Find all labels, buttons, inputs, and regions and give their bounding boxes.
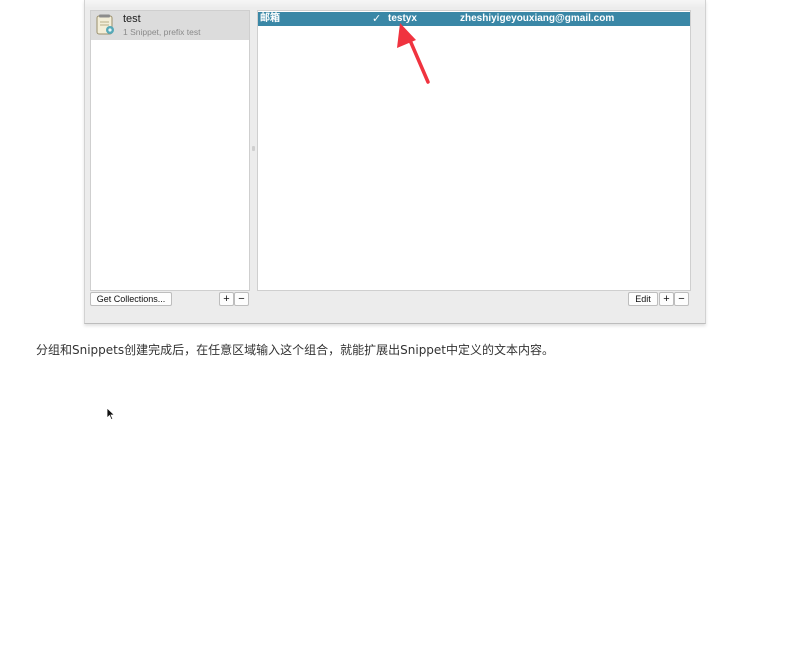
remove-collection-button[interactable]: −	[234, 292, 249, 306]
edit-snippet-button[interactable]: Edit	[628, 292, 658, 306]
add-collection-button[interactable]: +	[219, 292, 234, 306]
splitter-grip	[252, 146, 255, 151]
add-snippet-button[interactable]: +	[659, 292, 674, 306]
red-arrow-icon	[397, 23, 430, 84]
get-collections-button[interactable]: Get Collections...	[90, 292, 172, 306]
remove-snippet-button[interactable]: −	[674, 292, 689, 306]
mouse-cursor-icon	[106, 407, 116, 421]
caption-text: 分组和Snippets创建完成后，在任意区域输入这个组合，就能扩展出Snippe…	[36, 343, 555, 357]
